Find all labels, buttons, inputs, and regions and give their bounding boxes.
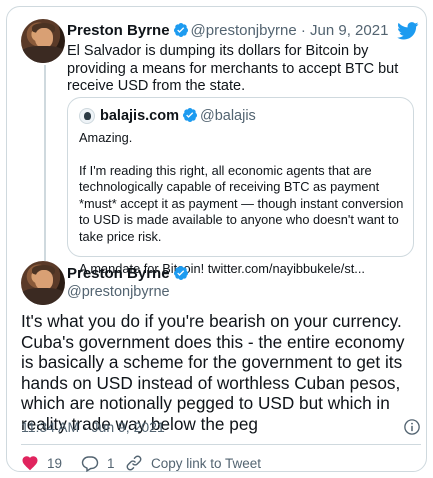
twitter-bird-icon[interactable] — [397, 22, 419, 40]
reply-button[interactable]: 1 — [81, 453, 115, 473]
info-icon[interactable] — [403, 418, 421, 436]
like-count: 19 — [47, 455, 63, 471]
author-handle[interactable]: @prestonjbyrne — [191, 22, 297, 39]
reply-count: 1 — [107, 455, 115, 471]
reply-tweet-text: It's what you do if you're bearish on yo… — [21, 311, 405, 434]
copy-link-label: Copy link to Tweet — [151, 455, 262, 471]
heart-icon — [22, 456, 38, 471]
tweet-header: Preston Byrne @prestonjbyrne · Jun 9, 202… — [67, 22, 388, 40]
divider — [21, 444, 421, 445]
verified-badge-icon — [173, 266, 188, 280]
tweet-date[interactable]: Jun 9, 2021 — [310, 22, 388, 39]
link-icon — [126, 455, 142, 471]
tweet-text: El Salvador is dumping its dollars for B… — [67, 43, 399, 94]
quoted-tweet[interactable]: balajis.com @balajis Amazing. If I'm read… — [67, 97, 414, 276]
reply-bubble-icon — [81, 456, 99, 472]
reply-author-name-row: Preston Byrne — [67, 265, 191, 283]
verified-badge-icon — [182, 108, 197, 122]
reply-author-avatar[interactable] — [21, 261, 65, 305]
author-avatar[interactable] — [21, 19, 65, 63]
quoted-author-handle: @balajis — [199, 108, 256, 124]
thread-connector-line — [44, 65, 46, 261]
quoted-author-avatar — [79, 108, 95, 124]
like-button[interactable]: 19 — [21, 453, 62, 473]
reply-timestamp[interactable]: 11:34 AM · Jun 9, 2021 — [21, 418, 165, 436]
quoted-paragraph: If I'm reading this right, all economic … — [79, 162, 404, 244]
verified-badge-icon — [173, 23, 188, 37]
quoted-paragraph: Amazing. — [79, 130, 133, 145]
quoted-tweet-header: balajis.com @balajis — [100, 107, 256, 125]
quoted-author-name: balajis.com — [100, 108, 179, 124]
quoted-tweet-body: Amazing. If I'm reading this right, all … — [79, 130, 404, 278]
reply-author-name[interactable]: Preston Byrne — [67, 265, 170, 282]
tweet-embed-card: Preston Byrne @prestonjbyrne · Jun 9, 202… — [6, 6, 427, 472]
reply-author-handle[interactable]: @prestonjbyrne — [67, 283, 170, 301]
author-name[interactable]: Preston Byrne — [67, 22, 170, 39]
copy-link-button[interactable]: Copy link to Tweet — [125, 453, 261, 473]
